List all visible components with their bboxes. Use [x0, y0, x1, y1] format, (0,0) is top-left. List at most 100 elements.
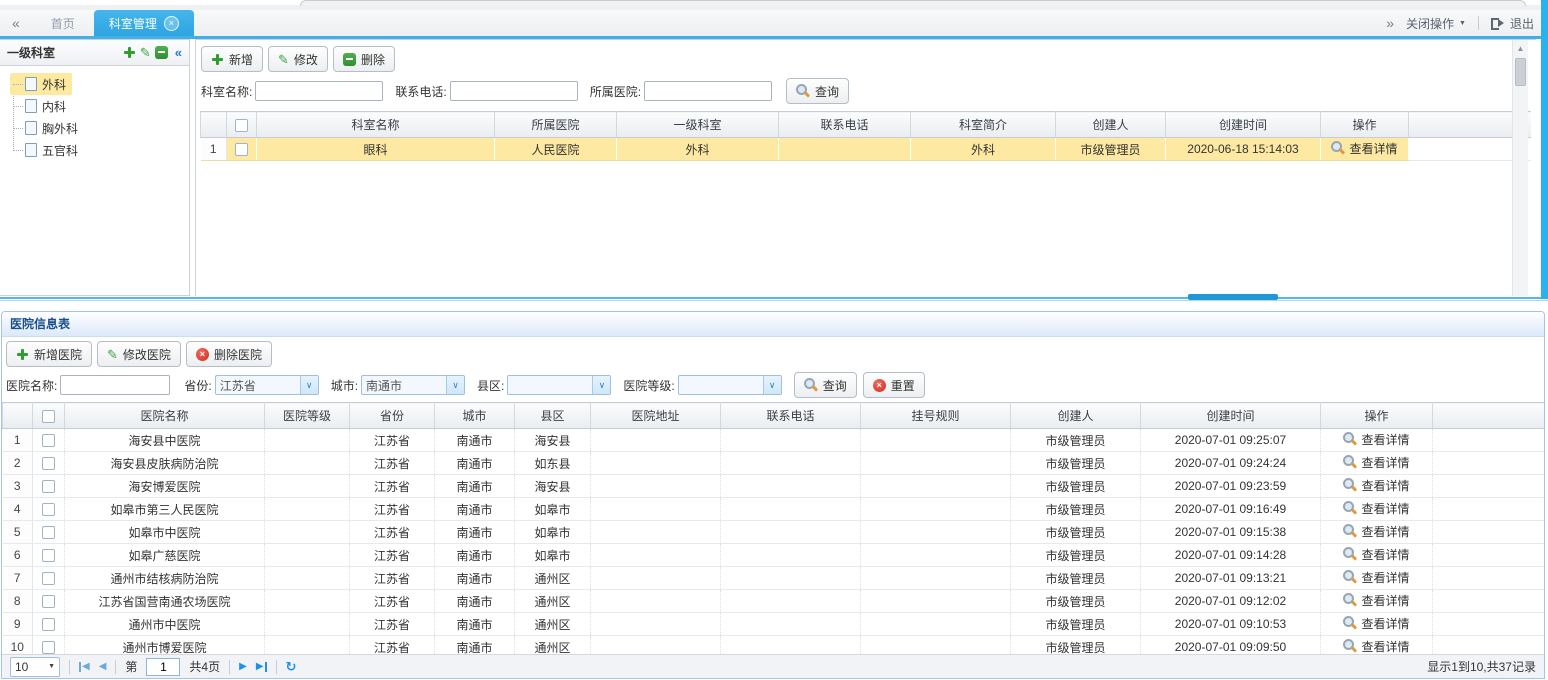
table-row[interactable]: 1 海安县中医院 江苏省 南通市 海安县 市级管理员 2020-07-01 09…	[3, 429, 1545, 452]
table-row[interactable]: 5 如皋市中医院 江苏省 南通市 如皋市 市级管理员 2020-07-01 09…	[3, 521, 1545, 544]
query-label: 查询	[815, 83, 839, 100]
tab-home[interactable]: 首页	[36, 10, 90, 36]
hospital-name-input[interactable]	[60, 375, 170, 395]
city-select[interactable]: 南通市 ∨	[361, 375, 465, 395]
horizontal-scroll-track	[0, 297, 1548, 299]
row-checkbox[interactable]	[42, 526, 55, 539]
tree-item-ent[interactable]: 五官科	[10, 139, 78, 161]
add-button[interactable]: 新增	[201, 46, 263, 72]
dept-phone-input[interactable]	[450, 81, 578, 101]
magnifier-icon	[1343, 593, 1357, 607]
select-all-cell	[33, 403, 65, 429]
view-details-link[interactable]: 查看详情	[1343, 592, 1409, 609]
view-details-link[interactable]: 查看详情	[1343, 477, 1409, 494]
table-row[interactable]: 9 通州市中医院 江苏省 南通市 通州区 市级管理员 2020-07-01 09…	[3, 613, 1545, 636]
row-checkbox[interactable]	[42, 480, 55, 493]
table-row[interactable]: 1 眼科 人民医院 外科 外科 市级管理员 2020-06-18 15:14:0…	[201, 138, 1531, 161]
tabs-scroll-left-icon[interactable]: «	[12, 15, 20, 31]
next-page-button[interactable]: ▶	[239, 662, 247, 672]
tree-edit-icon[interactable]: ✎	[140, 46, 151, 59]
row-checkbox[interactable]	[42, 572, 55, 585]
view-details-link[interactable]: 查看详情	[1331, 140, 1397, 157]
intro-cell: 外科	[911, 138, 1056, 161]
hospital-name-cell: 江苏省国营南通农场医院	[65, 590, 265, 613]
address-cell	[591, 429, 721, 452]
edit-hospital-button[interactable]: ✎ 修改医院	[97, 341, 181, 367]
logout-button[interactable]: 退出	[1491, 15, 1534, 32]
add-hospital-label: 新增医院	[34, 346, 82, 363]
vertical-scroll-thumb[interactable]	[1515, 58, 1526, 86]
tab-close-icon[interactable]: ×	[164, 16, 179, 31]
close-operations-label: 关闭操作	[1406, 15, 1454, 32]
view-details-link[interactable]: 查看详情	[1343, 569, 1409, 586]
view-details-link[interactable]: 查看详情	[1343, 454, 1409, 471]
prev-page-button[interactable]: ◀	[99, 662, 107, 672]
table-row[interactable]: 4 如皋市第三人民医院 江苏省 南通市 如皋市 市级管理员 2020-07-01…	[3, 498, 1545, 521]
province-select[interactable]: 江苏省 ∨	[215, 375, 319, 395]
view-details-link[interactable]: 查看详情	[1343, 431, 1409, 448]
tree-add-icon[interactable]	[123, 46, 136, 59]
col-header: 操作	[1321, 112, 1409, 138]
tree-item-thoracic[interactable]: 胸外科	[10, 117, 78, 139]
action-cell: 查看详情	[1321, 475, 1433, 498]
tree-item-internal[interactable]: 内科	[10, 95, 66, 117]
level-select[interactable]: ∨	[678, 375, 782, 395]
view-details-link[interactable]: 查看详情	[1343, 638, 1409, 655]
creator-cell: 市级管理员	[1056, 138, 1166, 161]
tabs-scroll-right-icon[interactable]: »	[1386, 15, 1394, 31]
reset-button[interactable]: × 重置	[863, 372, 925, 398]
page-number-input[interactable]	[146, 658, 180, 676]
delete-button[interactable]: 删除	[333, 46, 395, 72]
view-details-link[interactable]: 查看详情	[1343, 546, 1409, 563]
col-header: 所属医院	[495, 112, 617, 138]
row-checkbox[interactable]	[235, 143, 248, 156]
vertical-scrollbar[interactable]: ▲	[1512, 40, 1528, 296]
table-row[interactable]: 7 通州市结核病防治院 江苏省 南通市 通州区 市级管理员 2020-07-01…	[3, 567, 1545, 590]
divider	[229, 660, 230, 674]
delete-hospital-button[interactable]: × 删除医院	[186, 341, 272, 367]
hospital-query-button[interactable]: 查询	[794, 372, 857, 398]
row-checkbox[interactable]	[42, 618, 55, 631]
table-row[interactable]: 6 如皋广慈医院 江苏省 南通市 如皋市 市级管理员 2020-07-01 09…	[3, 544, 1545, 567]
close-operations-menu[interactable]: 关闭操作 ▼	[1406, 15, 1466, 32]
tree-item-label: 五官科	[42, 142, 78, 159]
row-checkbox[interactable]	[42, 503, 55, 516]
table-row[interactable]: 3 海安博爱医院 江苏省 南通市 海安县 市级管理员 2020-07-01 09…	[3, 475, 1545, 498]
tree-item-label: 胸外科	[42, 120, 78, 137]
view-details-link[interactable]: 查看详情	[1343, 523, 1409, 540]
page-size-select[interactable]: 10 ▼	[10, 657, 60, 677]
row-checkbox[interactable]	[42, 549, 55, 562]
select-all-checkbox[interactable]	[235, 119, 248, 132]
row-checkbox[interactable]	[42, 641, 55, 654]
view-details-link[interactable]: 查看详情	[1343, 615, 1409, 632]
hospital-name-cell: 通州市结核病防治院	[65, 567, 265, 590]
scroll-up-icon[interactable]: ▲	[1513, 40, 1528, 53]
table-row[interactable]: 8 江苏省国营南通农场医院 江苏省 南通市 通州区 市级管理员 2020-07-…	[3, 590, 1545, 613]
table-row[interactable]: 2 海安县皮肤病防治院 江苏省 南通市 如东县 市级管理员 2020-07-01…	[3, 452, 1545, 475]
row-checkbox[interactable]	[42, 595, 55, 608]
dept-name-input[interactable]	[255, 81, 383, 101]
county-select[interactable]: ∨	[507, 375, 611, 395]
view-details-link[interactable]: 查看详情	[1343, 500, 1409, 517]
tree-collapse-icon[interactable]: «	[175, 45, 182, 60]
tab-dept-management[interactable]: 科室管理 ×	[94, 10, 194, 36]
col-header: 县区	[515, 403, 591, 429]
edit-button[interactable]: ✎ 修改	[268, 46, 328, 72]
hospital-name-cell: 如皋广慈医院	[65, 544, 265, 567]
hospital-cell: 人民医院	[495, 138, 617, 161]
refresh-icon[interactable]: ↻	[286, 659, 297, 675]
select-all-checkbox[interactable]	[42, 410, 55, 423]
first-page-button[interactable]: ◀	[79, 662, 90, 672]
tree-item-surgery[interactable]: 外科	[10, 73, 72, 95]
tree-delete-icon[interactable]	[155, 46, 168, 59]
row-checkbox[interactable]	[42, 434, 55, 447]
row-select-cell	[33, 475, 65, 498]
add-hospital-button[interactable]: 新增医院	[6, 341, 92, 367]
last-page-button[interactable]: ▶	[256, 662, 267, 672]
dept-query-button[interactable]: 查询	[786, 78, 849, 104]
dept-hospital-input[interactable]	[644, 81, 772, 101]
horizontal-scroll-thumb[interactable]	[1188, 294, 1278, 300]
select-all-cell	[227, 112, 257, 138]
row-checkbox[interactable]	[42, 457, 55, 470]
tree-item-label: 外科	[42, 76, 66, 93]
